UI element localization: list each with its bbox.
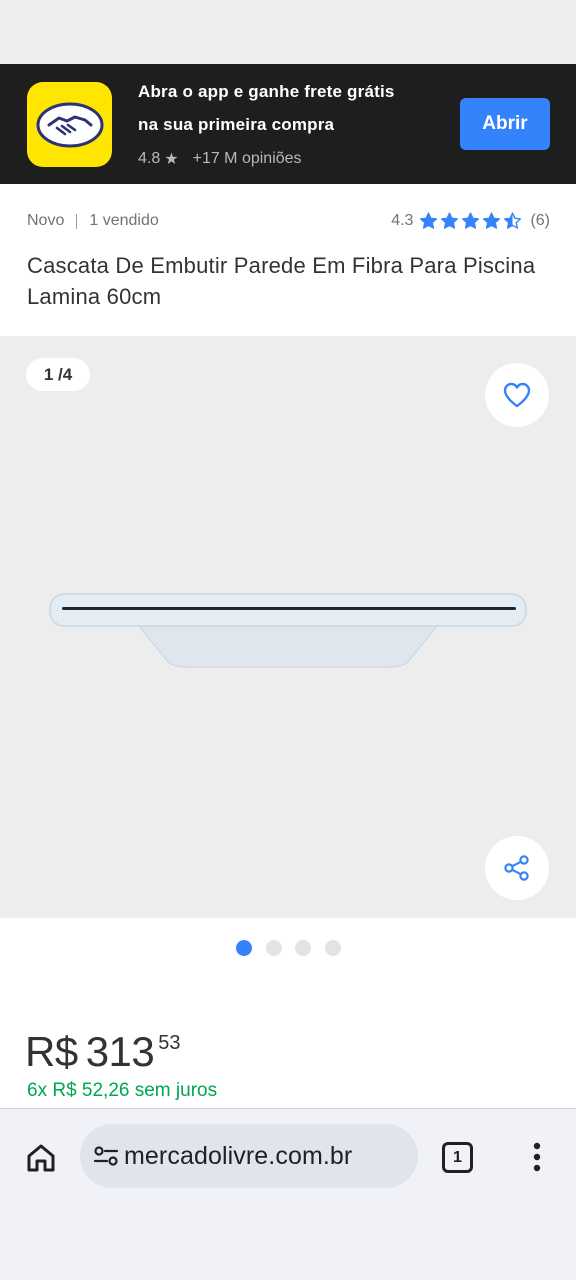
condition-label: Novo <box>27 212 65 229</box>
price-integer: 313 <box>85 1028 155 1075</box>
app-banner[interactable]: Abra o app e ganhe frete grátis na sua p… <box>0 64 576 184</box>
favorite-button[interactable] <box>485 363 549 427</box>
image-gallery[interactable]: 1 /4 <box>0 336 576 918</box>
address-bar[interactable]: mercadolivre.com.br <box>80 1124 418 1188</box>
rating-value: 4.3 <box>391 212 414 229</box>
star-filled-icon <box>441 212 459 229</box>
product-header: Novo 1 vendido 4.3 (6) Cascata De Embuti… <box>0 184 576 336</box>
rating-stars <box>419 212 524 230</box>
gallery-pagination[interactable] <box>236 940 354 956</box>
site-settings-button[interactable] <box>92 1142 120 1170</box>
product-image <box>49 593 527 668</box>
price: R$ 313 53 <box>25 1028 181 1076</box>
pagination-dot[interactable] <box>324 940 341 956</box>
home-button[interactable] <box>24 1141 58 1175</box>
app-rating-value: 4.8 <box>138 150 161 167</box>
status-area <box>0 0 576 64</box>
reviews-count: (6) <box>530 212 550 229</box>
tab-switcher-button[interactable]: 1 <box>442 1142 473 1173</box>
star-filled-icon <box>483 212 501 229</box>
price-section: R$ 313 53 6x R$ 52,26 sem juros <box>0 918 576 1108</box>
more-vert-icon <box>533 1142 541 1172</box>
star-filled-icon <box>420 212 438 229</box>
share-icon <box>504 855 529 881</box>
product-title: Cascata De Embutir Parede Em Fibra Para … <box>27 253 536 309</box>
share-button[interactable] <box>485 836 549 900</box>
pagination-dot[interactable] <box>236 940 252 956</box>
home-icon <box>27 1144 55 1172</box>
divider <box>76 213 78 229</box>
price-cents: 53 <box>158 1032 181 1054</box>
gallery-counter: 1 /4 <box>26 358 90 391</box>
pagination-dot[interactable] <box>265 940 282 956</box>
pagination-dot[interactable] <box>295 940 311 956</box>
star-icon: ★ <box>164 151 179 168</box>
condition-row: Novo 1 vendido <box>27 212 159 230</box>
banner-subheadline: na sua primeira compra <box>138 115 335 134</box>
browser-menu-button[interactable] <box>526 1139 548 1175</box>
mercadolivre-logo <box>27 82 112 167</box>
star-half-icon <box>504 212 522 229</box>
open-app-button[interactable]: Abrir <box>460 98 550 150</box>
heart-icon <box>503 382 531 408</box>
banner-rating: 4.8 ★ +17 M opiniões <box>138 149 302 169</box>
installments[interactable]: 6x R$ 52,26 sem juros <box>27 1080 217 1102</box>
sold-count: 1 vendido <box>89 212 159 229</box>
browser-toolbar: mercadolivre.com.br 1 <box>0 1108 576 1280</box>
tune-icon <box>93 1146 119 1166</box>
banner-headline: Abra o app e ganhe frete grátis <box>138 82 395 101</box>
app-reviews-count: +17 M opiniões <box>192 150 302 167</box>
price-currency: R$ <box>25 1028 78 1075</box>
star-filled-icon <box>462 212 480 229</box>
url-text: mercadolivre.com.br <box>124 1141 353 1170</box>
product-rating[interactable]: 4.3 (6) <box>391 212 550 230</box>
